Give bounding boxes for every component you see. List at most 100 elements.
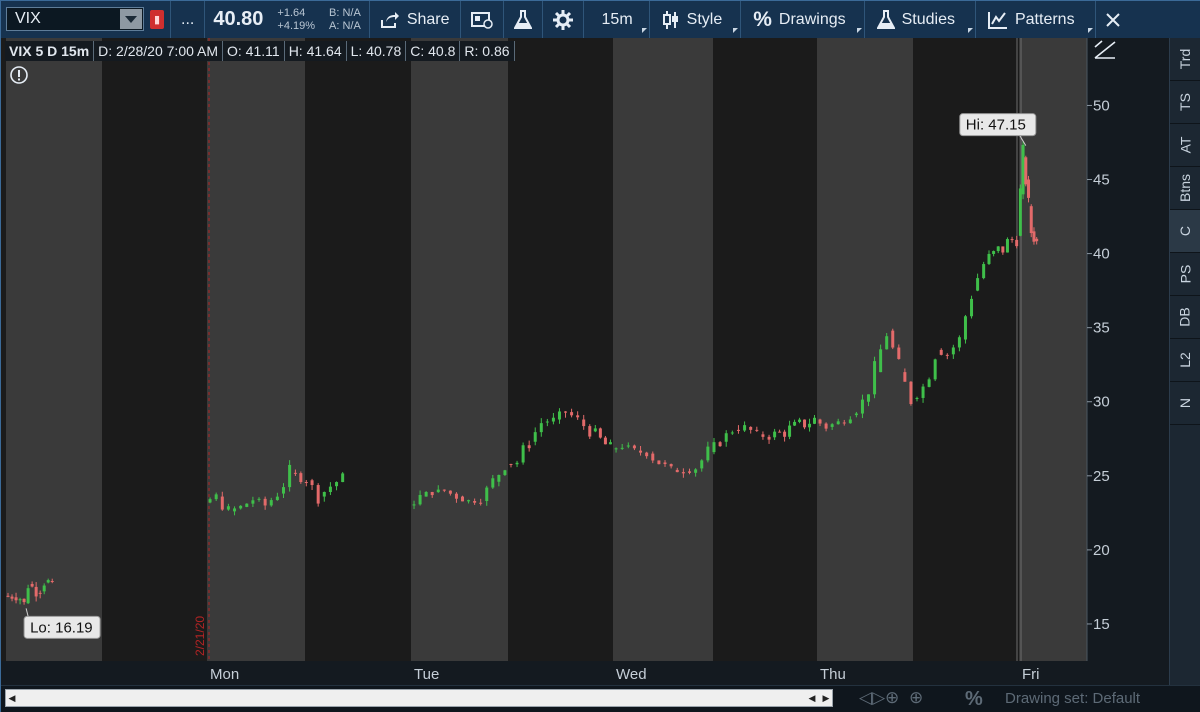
candle-body: [675, 469, 679, 473]
scroll-right-icon[interactable]: ▶: [820, 690, 832, 706]
price-tick-label: 40: [1093, 246, 1110, 263]
time-tick-label: Fri: [1022, 666, 1040, 683]
zoom-icon[interactable]: ⊕: [909, 688, 923, 708]
candle-body: [773, 431, 777, 438]
candle-body: [576, 415, 580, 418]
dock-tab-l2[interactable]: L2: [1170, 339, 1200, 382]
dock-tab-n[interactable]: N: [1170, 382, 1200, 425]
chart-settings-button[interactable]: [543, 1, 583, 38]
candle-body: [761, 434, 765, 437]
close-button[interactable]: [1096, 1, 1130, 38]
drawing-set-icon[interactable]: %: [965, 688, 983, 711]
candle-body: [724, 433, 728, 442]
candle-body: [755, 429, 759, 431]
time-scrollbar[interactable]: ◀ ◀ ▶: [5, 689, 833, 707]
candle-body: [743, 425, 747, 431]
candle-body: [220, 496, 224, 510]
style-button[interactable]: Style: [650, 1, 741, 38]
candle-body: [1035, 238, 1039, 242]
candle-body: [341, 473, 345, 483]
candle-body: [749, 426, 753, 430]
candle-body: [921, 386, 925, 398]
candle-body: [836, 421, 840, 425]
candle-body: [304, 482, 308, 484]
price-axis-background: [1087, 38, 1169, 661]
candle-body: [976, 278, 980, 291]
price-change: +1.64 +4.19%: [271, 1, 321, 38]
candle-body: [963, 316, 967, 340]
candle-body: [473, 501, 477, 503]
price-chart[interactable]: Hi: 47.15Lo: 16.1940.8 1520253035404550 …: [1, 38, 1169, 685]
symbol-input[interactable]: VIX: [6, 7, 144, 31]
candle-body: [263, 498, 267, 506]
patterns-label: Patterns: [1014, 10, 1075, 28]
dock-tab-at[interactable]: AT: [1170, 124, 1200, 167]
candle-body: [485, 487, 489, 501]
pan-icon[interactable]: ◁▷: [859, 688, 885, 708]
dock-tab-ts[interactable]: TS: [1170, 81, 1200, 124]
scroll-left-icon[interactable]: ◀: [6, 690, 18, 706]
candle-body: [915, 397, 919, 399]
dock-tab-ps[interactable]: PS: [1170, 253, 1200, 296]
alert-badge-icon[interactable]: ▮: [150, 10, 164, 29]
candle-body: [992, 251, 996, 254]
flexible-grid-button[interactable]: [461, 1, 503, 38]
drawings-button[interactable]: % Drawings: [741, 1, 863, 38]
candle-body: [34, 586, 38, 597]
dock-tab-label: L2: [1176, 352, 1193, 368]
timeframe-label: 15m: [601, 10, 633, 28]
candle-body: [608, 442, 612, 445]
dock-tab-btns[interactable]: Btns: [1170, 167, 1200, 210]
dock-tab-db[interactable]: DB: [1170, 296, 1200, 339]
change-absolute: +1.64: [277, 6, 306, 19]
corner-arrow-icon: [967, 28, 973, 33]
timeframe-button[interactable]: 15m: [584, 1, 649, 38]
more-button[interactable]: ...: [171, 1, 204, 38]
drawing-set-label[interactable]: Drawing set: Default: [1005, 690, 1140, 707]
candle-body: [970, 298, 974, 317]
candle-body: [533, 432, 537, 442]
candle-body: [639, 450, 643, 453]
candle-body: [503, 470, 507, 475]
candle-body: [310, 480, 314, 486]
info-date: D: 2/28/20 7:00 AM: [94, 41, 224, 61]
candle-body: [860, 399, 864, 414]
bottom-bar: ◀ ◀ ▶ ◁▷ ⊕ ⊕ % Drawing set: Default: [1, 685, 1200, 712]
candle-body: [208, 499, 212, 503]
info-icon[interactable]: [9, 65, 29, 85]
candle-body: [700, 460, 704, 469]
price-tick-label: 15: [1093, 616, 1110, 633]
candle-body: [1027, 179, 1031, 198]
candle-body: [1010, 239, 1014, 241]
candle-body: [564, 411, 568, 413]
patterns-icon: [987, 11, 1008, 29]
candle-body: [539, 423, 543, 433]
symbol-dropdown-button[interactable]: [120, 9, 142, 29]
candle-body: [251, 500, 255, 504]
candle-body: [663, 462, 667, 465]
crosshair-icon[interactable]: ⊕: [885, 688, 899, 708]
bid-value: B: N/A: [329, 6, 361, 19]
patterns-button[interactable]: Patterns: [976, 1, 1095, 38]
candle-body: [14, 597, 18, 601]
candle-body: [412, 504, 416, 506]
info-close: C: 40.8: [406, 41, 461, 61]
dock-tab-label: Btns: [1176, 173, 1193, 203]
candle-body: [632, 445, 636, 449]
axis-scale-icon[interactable]: [1093, 40, 1117, 60]
studies-button[interactable]: Studies: [865, 1, 975, 38]
candle-body: [424, 491, 428, 497]
corner-arrow-icon: [641, 28, 647, 33]
price-axis: 15 20 25 30 35 40 45 50: [1086, 38, 1169, 661]
candle-body: [282, 487, 285, 494]
dock-tab-label: AT: [1176, 136, 1193, 154]
dock-tab-label: PS: [1177, 264, 1193, 284]
candle-body: [830, 424, 834, 427]
scroll-left-small-icon[interactable]: ◀: [806, 690, 818, 706]
share-button[interactable]: Share: [370, 1, 460, 38]
candle-body: [582, 419, 586, 427]
dock-tab-c[interactable]: C: [1170, 210, 1200, 253]
studies-lab-button[interactable]: [504, 1, 542, 38]
dock-tab-trd[interactable]: Trd: [1170, 38, 1200, 81]
candle-body: [335, 482, 339, 487]
